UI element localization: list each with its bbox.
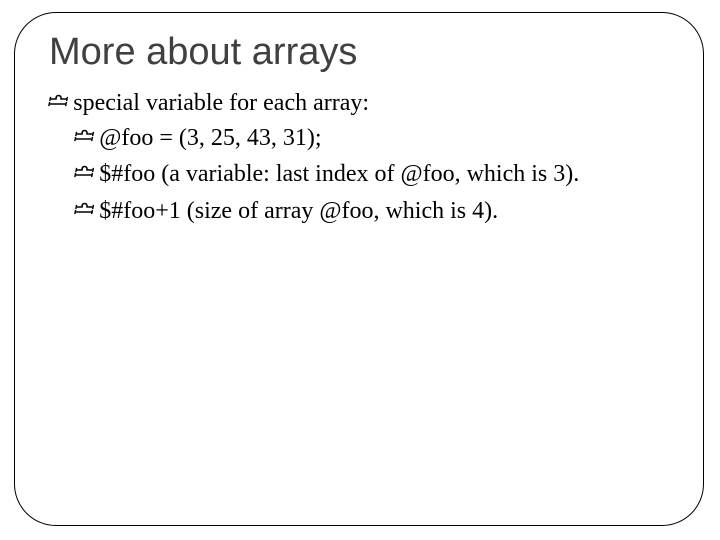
bullet-text: $#foo+1 (size of array @foo, which is 4)… xyxy=(99,198,498,224)
bullet-icon: 🝞 xyxy=(47,89,69,117)
bullet-level2: 🝞@foo = (3, 25, 43, 31); xyxy=(73,122,675,154)
bullet-text: special variable for each array: xyxy=(73,90,369,116)
bullet-icon: 🝞 xyxy=(73,159,95,189)
bullet-text: $#foo (a variable: last index of @foo, w… xyxy=(99,161,579,187)
slide-title: More about arrays xyxy=(49,31,675,74)
bullet-icon: 🝞 xyxy=(73,196,95,226)
bullet-text: @foo = (3, 25, 43, 31); xyxy=(99,125,321,151)
bullet-level2: 🝞$#foo+1 (size of array @foo, which is 4… xyxy=(73,195,675,227)
bullet-level1: 🝞special variable for each array: xyxy=(47,88,675,118)
slide-frame: More about arrays 🝞special variable for … xyxy=(14,12,704,526)
bullet-icon: 🝞 xyxy=(73,123,95,153)
bullet-level2: 🝞$#foo (a variable: last index of @foo, … xyxy=(73,158,675,190)
